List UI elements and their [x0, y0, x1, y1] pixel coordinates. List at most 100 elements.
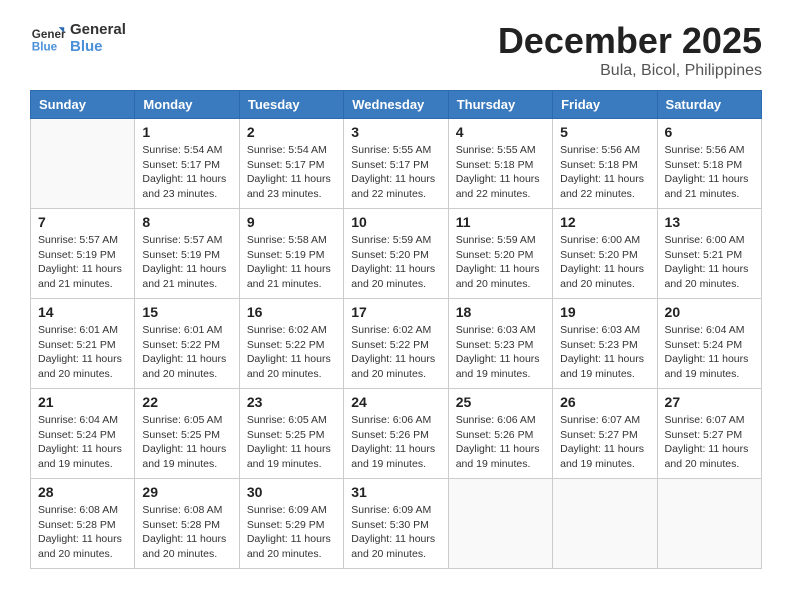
day-number: 27 — [665, 394, 754, 410]
calendar-cell: 4 Sunrise: 5:55 AMSunset: 5:18 PMDaylight… — [448, 119, 552, 209]
day-info: Sunrise: 6:05 AMSunset: 5:25 PMDaylight:… — [142, 413, 231, 472]
calendar-cell: 29 Sunrise: 6:08 AMSunset: 5:28 PMDayligh… — [135, 479, 239, 569]
calendar-cell: 26Sunrise: 6:07 AMSunset: 5:27 PMDayligh… — [553, 389, 657, 479]
day-info: Sunrise: 5:55 AMSunset: 5:18 PMDaylight:… — [456, 143, 545, 202]
calendar-cell: 1Sunrise: 5:54 AMSunset: 5:17 PMDaylight… — [135, 119, 239, 209]
calendar-cell: 18 Sunrise: 6:03 AMSunset: 5:23 PMDayligh… — [448, 299, 552, 389]
col-monday: Monday — [135, 91, 239, 119]
day-number: 10 — [351, 214, 440, 230]
day-number: 5 — [560, 124, 649, 140]
calendar-cell: 10 Sunrise: 5:59 AMSunset: 5:20 PMDayligh… — [344, 209, 448, 299]
svg-text:General: General — [32, 28, 66, 41]
day-number: 2 — [247, 124, 336, 140]
week-row-5: 28 Sunrise: 6:08 AMSunset: 5:28 PMDayligh… — [31, 479, 762, 569]
day-number: 6 — [665, 124, 754, 140]
month-year: December 2025 — [498, 20, 762, 62]
day-info: Sunrise: 5:56 AMSunset: 5:18 PMDaylight:… — [665, 143, 754, 202]
day-info: Sunrise: 6:00 AMSunset: 5:21 PMDaylight:… — [665, 233, 754, 292]
day-number: 26 — [560, 394, 649, 410]
day-info: Sunrise: 6:00 AMSunset: 5:20 PMDaylight:… — [560, 233, 649, 292]
day-info: Sunrise: 6:01 AMSunset: 5:21 PMDaylight:… — [38, 323, 127, 382]
calendar-cell: 5 Sunrise: 5:56 AMSunset: 5:18 PMDaylight… — [553, 119, 657, 209]
logo-icon: General Blue — [30, 20, 66, 56]
day-info: Sunrise: 5:54 AMSunset: 5:17 PMDaylight:… — [247, 143, 336, 202]
calendar-cell: 28 Sunrise: 6:08 AMSunset: 5:28 PMDayligh… — [31, 479, 135, 569]
logo-blue: Blue — [70, 38, 126, 55]
day-number: 24 — [351, 394, 440, 410]
calendar-cell: 23 Sunrise: 6:05 AMSunset: 5:25 PMDayligh… — [239, 389, 343, 479]
day-number: 16 — [247, 304, 336, 320]
day-info: Sunrise: 6:07 AMSunset: 5:27 PMDaylight:… — [665, 413, 754, 472]
day-number: 17 — [351, 304, 440, 320]
day-info: Sunrise: 6:08 AMSunset: 5:28 PMDaylight:… — [142, 503, 231, 562]
day-info: Sunrise: 6:01 AMSunset: 5:22 PMDaylight:… — [142, 323, 231, 382]
day-info: Sunrise: 6:03 AMSunset: 5:23 PMDaylight:… — [456, 323, 545, 382]
day-info: Sunrise: 6:09 AMSunset: 5:29 PMDaylight:… — [247, 503, 336, 562]
calendar-cell: 24 Sunrise: 6:06 AMSunset: 5:26 PMDayligh… — [344, 389, 448, 479]
calendar-cell: 7 Sunrise: 5:57 AMSunset: 5:19 PMDaylight… — [31, 209, 135, 299]
calendar-cell: 14 Sunrise: 6:01 AMSunset: 5:21 PMDayligh… — [31, 299, 135, 389]
day-number: 15 — [142, 304, 231, 320]
calendar-cell: 3Sunrise: 5:55 AMSunset: 5:17 PMDaylight… — [344, 119, 448, 209]
day-info: Sunrise: 5:57 AMSunset: 5:19 PMDaylight:… — [142, 233, 231, 292]
calendar-cell: 11Sunrise: 5:59 AMSunset: 5:20 PMDayligh… — [448, 209, 552, 299]
day-number: 23 — [247, 394, 336, 410]
calendar-cell: 8Sunrise: 5:57 AMSunset: 5:19 PMDaylight… — [135, 209, 239, 299]
day-info: Sunrise: 6:04 AMSunset: 5:24 PMDaylight:… — [665, 323, 754, 382]
day-info: Sunrise: 5:58 AMSunset: 5:19 PMDaylight:… — [247, 233, 336, 292]
header: General Blue General Blue December 2025 … — [30, 20, 762, 80]
day-info: Sunrise: 6:06 AMSunset: 5:26 PMDaylight:… — [351, 413, 440, 472]
day-number: 20 — [665, 304, 754, 320]
day-info: Sunrise: 6:06 AMSunset: 5:26 PMDaylight:… — [456, 413, 545, 472]
col-friday: Friday — [553, 91, 657, 119]
day-info: Sunrise: 6:08 AMSunset: 5:28 PMDaylight:… — [38, 503, 127, 562]
day-info: Sunrise: 6:09 AMSunset: 5:30 PMDaylight:… — [351, 503, 440, 562]
days-of-week-row: Sunday Monday Tuesday Wednesday Thursday… — [31, 91, 762, 119]
day-number: 31 — [351, 484, 440, 500]
day-number: 13 — [665, 214, 754, 230]
day-number: 28 — [38, 484, 127, 500]
col-thursday: Thursday — [448, 91, 552, 119]
calendar-cell: 22 Sunrise: 6:05 AMSunset: 5:25 PMDayligh… — [135, 389, 239, 479]
day-info: Sunrise: 6:04 AMSunset: 5:24 PMDaylight:… — [38, 413, 127, 472]
calendar-cell: 17Sunrise: 6:02 AMSunset: 5:22 PMDayligh… — [344, 299, 448, 389]
calendar-cell: 27 Sunrise: 6:07 AMSunset: 5:27 PMDayligh… — [657, 389, 761, 479]
day-number: 4 — [456, 124, 545, 140]
calendar-cell: 19Sunrise: 6:03 AMSunset: 5:23 PMDayligh… — [553, 299, 657, 389]
day-info: Sunrise: 5:59 AMSunset: 5:20 PMDaylight:… — [351, 233, 440, 292]
calendar-cell: 16Sunrise: 6:02 AMSunset: 5:22 PMDayligh… — [239, 299, 343, 389]
calendar-cell: 2 Sunrise: 5:54 AMSunset: 5:17 PMDaylight… — [239, 119, 343, 209]
week-row-3: 14 Sunrise: 6:01 AMSunset: 5:21 PMDayligh… — [31, 299, 762, 389]
day-number: 7 — [38, 214, 127, 230]
day-info: Sunrise: 5:54 AMSunset: 5:17 PMDaylight:… — [142, 143, 231, 202]
logo: General Blue General Blue — [30, 20, 126, 56]
day-number: 29 — [142, 484, 231, 500]
day-number: 9 — [247, 214, 336, 230]
calendar-cell: 9 Sunrise: 5:58 AMSunset: 5:19 PMDaylight… — [239, 209, 343, 299]
calendar-cell — [31, 119, 135, 209]
day-number: 14 — [38, 304, 127, 320]
calendar-cell: 31 Sunrise: 6:09 AMSunset: 5:30 PMDayligh… — [344, 479, 448, 569]
day-number: 11 — [456, 214, 545, 230]
calendar-cell — [448, 479, 552, 569]
day-number: 22 — [142, 394, 231, 410]
col-sunday: Sunday — [31, 91, 135, 119]
day-number: 30 — [247, 484, 336, 500]
title-section: December 2025 Bula, Bicol, Philippines — [498, 20, 762, 80]
calendar-cell: 15 Sunrise: 6:01 AMSunset: 5:22 PMDayligh… — [135, 299, 239, 389]
day-info: Sunrise: 6:03 AMSunset: 5:23 PMDaylight:… — [560, 323, 649, 382]
calendar-cell: 12Sunrise: 6:00 AMSunset: 5:20 PMDayligh… — [553, 209, 657, 299]
day-number: 18 — [456, 304, 545, 320]
day-info: Sunrise: 5:55 AMSunset: 5:17 PMDaylight:… — [351, 143, 440, 202]
calendar-cell: 30 Sunrise: 6:09 AMSunset: 5:29 PMDayligh… — [239, 479, 343, 569]
location: Bula, Bicol, Philippines — [498, 62, 762, 80]
calendar-cell — [657, 479, 761, 569]
day-info: Sunrise: 5:56 AMSunset: 5:18 PMDaylight:… — [560, 143, 649, 202]
day-info: Sunrise: 5:57 AMSunset: 5:19 PMDaylight:… — [38, 233, 127, 292]
day-info: Sunrise: 6:05 AMSunset: 5:25 PMDaylight:… — [247, 413, 336, 472]
svg-text:Blue: Blue — [32, 41, 58, 54]
col-wednesday: Wednesday — [344, 91, 448, 119]
week-row-2: 7 Sunrise: 5:57 AMSunset: 5:19 PMDaylight… — [31, 209, 762, 299]
calendar-table: Sunday Monday Tuesday Wednesday Thursday… — [30, 90, 762, 569]
calendar-cell: 21Sunrise: 6:04 AMSunset: 5:24 PMDayligh… — [31, 389, 135, 479]
